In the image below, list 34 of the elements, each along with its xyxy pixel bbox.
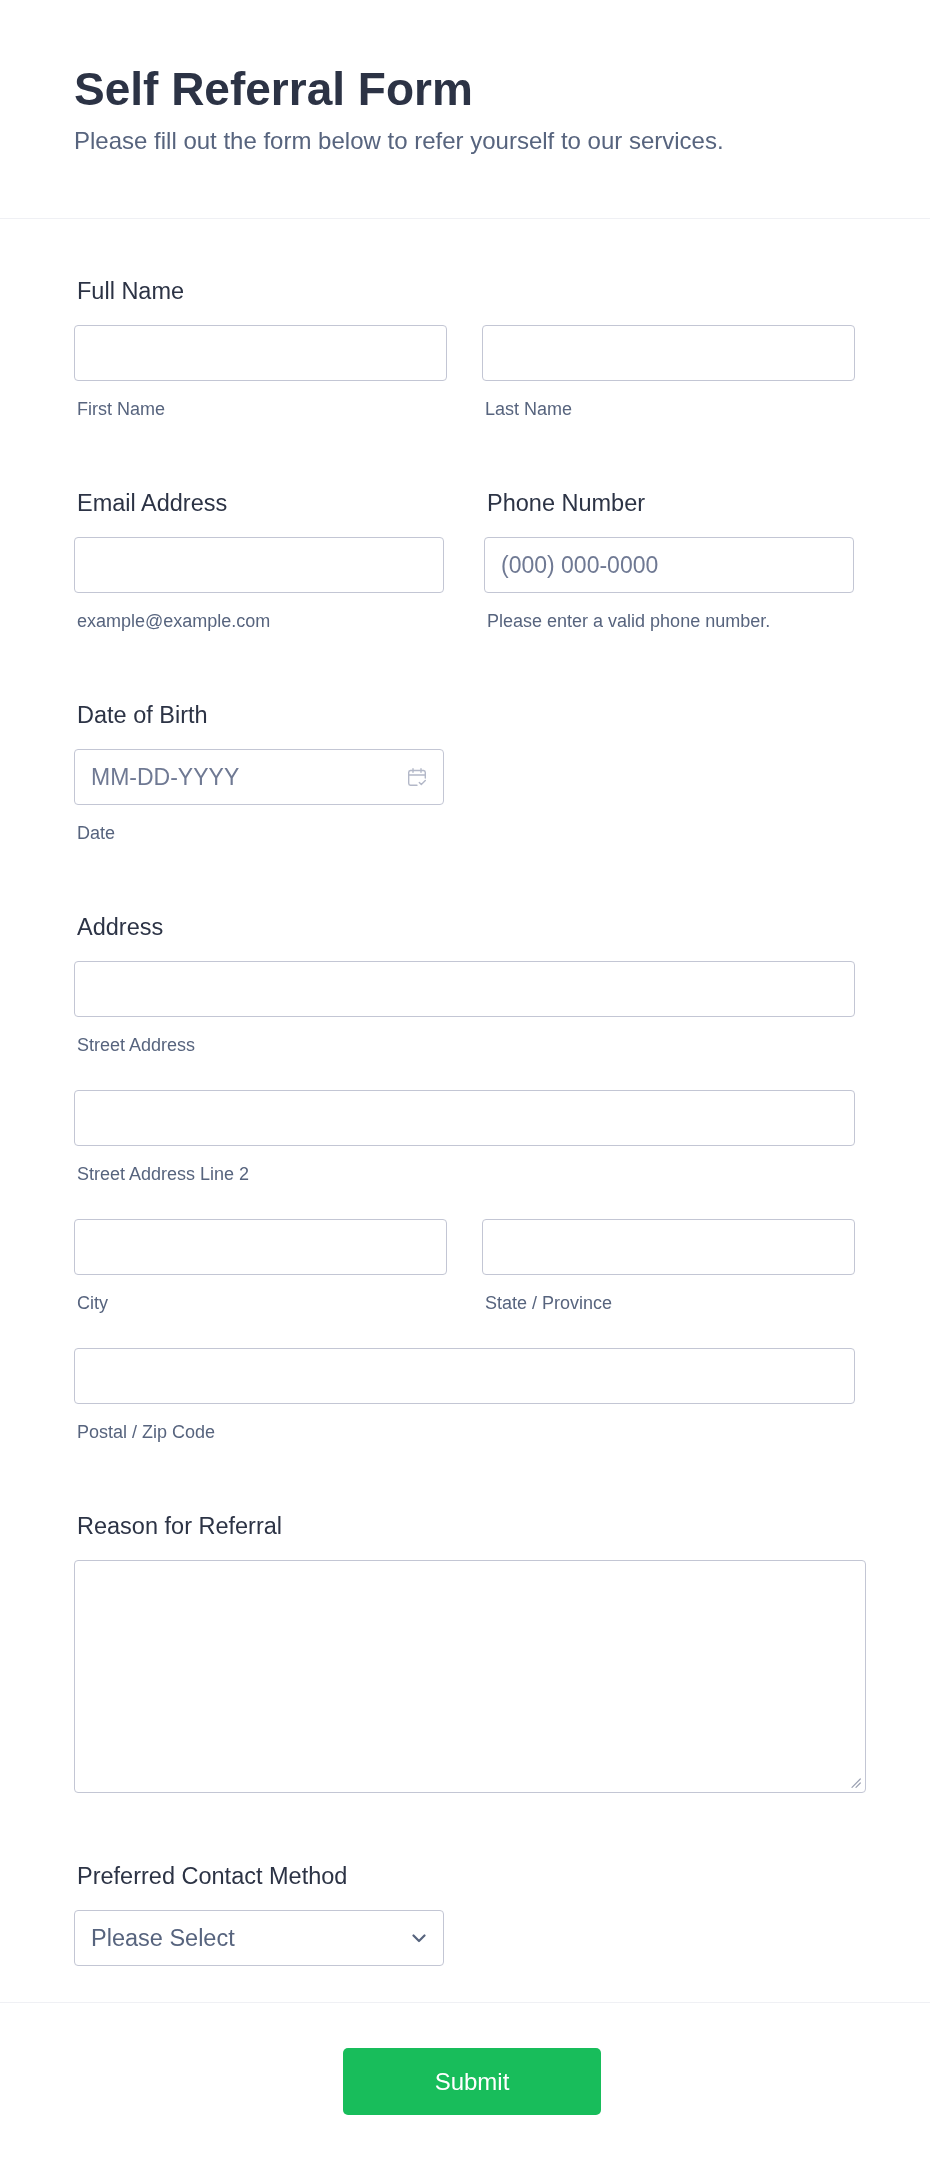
textarea-field[interactable] (74, 1560, 866, 1793)
dropdown-field[interactable]: Please Select (74, 1910, 444, 1966)
field-label: Date of Birth (77, 701, 208, 730)
field-label: Preferred Contact Method (77, 1862, 348, 1891)
input-field[interactable] (482, 325, 855, 381)
field-sublabel: Last Name (485, 398, 573, 421)
input-field[interactable] (482, 1219, 855, 1275)
field-label: Address (77, 913, 164, 942)
input-field[interactable] (74, 1090, 855, 1146)
input-field[interactable] (74, 325, 447, 381)
input-field[interactable] (74, 961, 855, 1017)
field-sublabel: example@example.com (77, 610, 271, 633)
field-sublabel: City (77, 1292, 108, 1315)
field-sublabel: Date (77, 822, 116, 845)
field-sublabel: Please enter a valid phone number. (487, 610, 771, 633)
resize-handle-icon[interactable] (851, 1778, 861, 1788)
form-subtitle: Please fill out the form below to refer yourself to our services. (74, 126, 724, 156)
input-field[interactable] (74, 1219, 447, 1275)
field-sublabel: Street Address (77, 1034, 196, 1057)
input-field[interactable]: (000) 000-0000 (484, 537, 854, 593)
input-field[interactable] (74, 1348, 855, 1404)
chevron-down-icon (412, 1933, 426, 1943)
field-sublabel: Street Address Line 2 (77, 1163, 250, 1186)
field-sublabel: Postal / Zip Code (77, 1421, 216, 1444)
calendar-icon[interactable] (407, 767, 427, 787)
field-label: Full Name (77, 277, 185, 306)
field-sublabel: First Name (77, 398, 165, 421)
field-label: Reason for Referral (77, 1512, 283, 1541)
field-label: Phone Number (487, 489, 646, 518)
field-sublabel: State / Province (485, 1292, 613, 1315)
form-title: Self Referral Form (74, 62, 473, 117)
field-label: Email Address (77, 489, 228, 518)
date-field[interactable]: MM-DD-YYYY (74, 749, 444, 805)
input-field[interactable] (74, 537, 444, 593)
